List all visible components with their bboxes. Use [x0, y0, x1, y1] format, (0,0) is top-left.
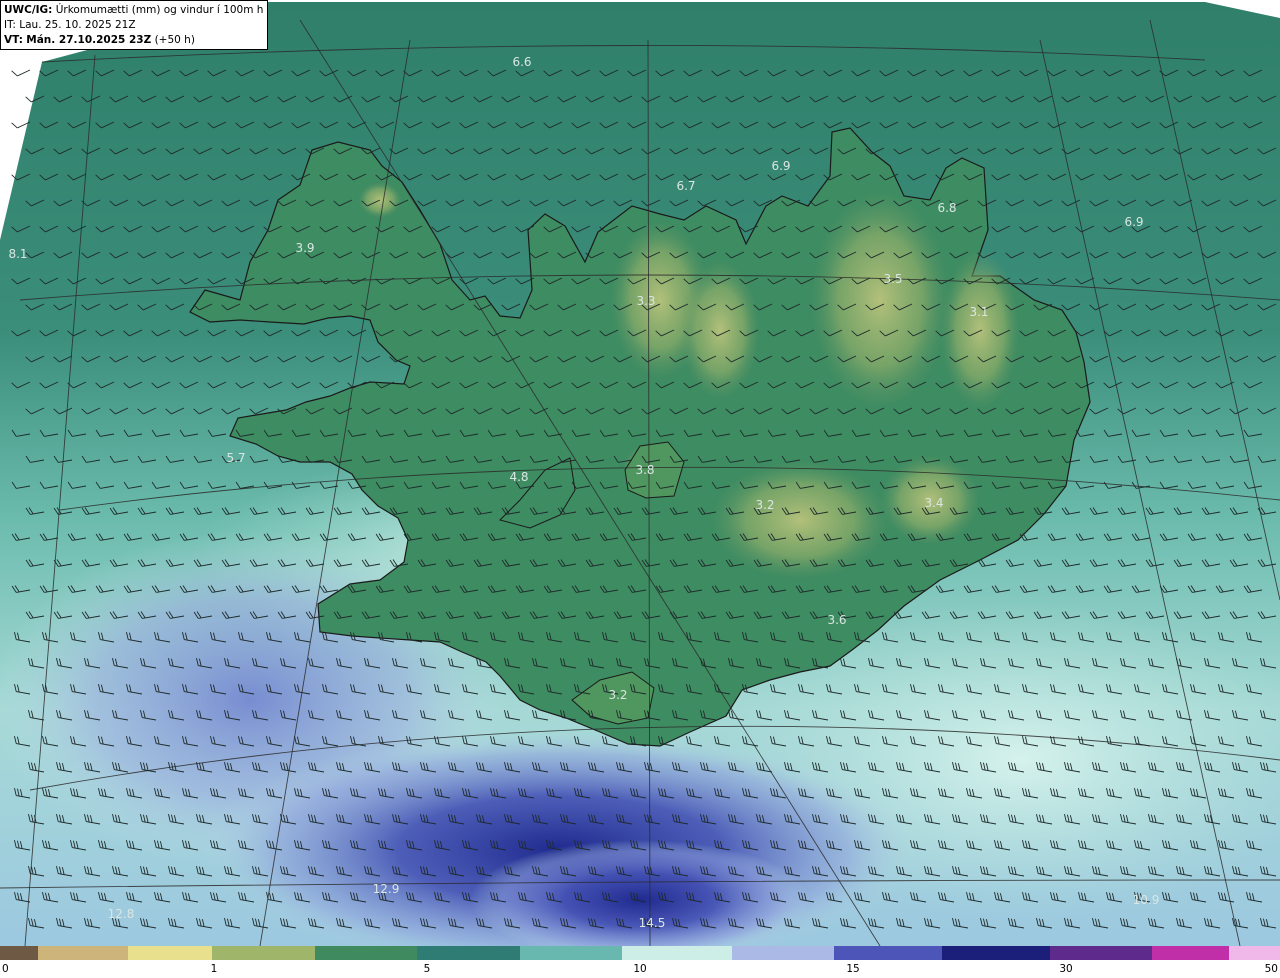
info-vt-row: VT: Mán. 27.10.2025 23Z (+50 h): [4, 33, 264, 48]
product-name: Úrkomumætti (mm) og vindur í 100m hæð: [55, 4, 264, 16]
colorbar-tick: 0: [2, 963, 9, 975]
colorbar-segment: [942, 946, 1050, 960]
map-value-label: 6.6: [512, 55, 531, 69]
map-value-label: 3.8: [635, 463, 654, 477]
colorbar-segment: [0, 946, 39, 960]
colorbar-segment: [1049, 946, 1152, 960]
map-value-label: 6.8: [937, 201, 956, 215]
map-value-label: 5.7: [226, 451, 245, 465]
colorbar-segment: [314, 946, 418, 960]
info-title-row: UWC/IG: Úrkomumætti (mm) og vindur í 100…: [4, 3, 264, 18]
map-value-label: 3.2: [608, 688, 627, 702]
map-value-label: 3.3: [636, 294, 655, 308]
map-value-label: 3.5: [883, 272, 902, 286]
highland-yellow: [710, 460, 890, 580]
vt-label: VT:: [4, 34, 23, 46]
highland-yellow: [810, 190, 950, 410]
vt-time: Mán. 27.10.2025 23Z: [26, 34, 152, 46]
colorbar-segment: [1151, 946, 1229, 960]
info-it-row: IT: Lau. 25. 10. 2025 21Z: [4, 18, 264, 33]
colorbar-tick: 15: [846, 963, 860, 975]
colorbar: 0 1 5 10 15 30 50: [0, 946, 1280, 978]
colorbar-segment: [622, 946, 733, 960]
map-value-label: 3.6: [827, 613, 846, 627]
colorbar-tick: 5: [423, 963, 431, 975]
colorbar-segment: [127, 946, 213, 960]
map-value-label: 12.9: [373, 882, 400, 896]
colorbar-segment: [38, 946, 128, 960]
highland-yellow: [940, 250, 1020, 410]
map-value-label: 12.8: [108, 907, 135, 921]
colorbar-tick: 1: [210, 963, 218, 975]
map-value-label: 6.7: [676, 179, 695, 193]
colorbar-tick: 50: [1264, 963, 1278, 975]
colorbar-tick: 30: [1059, 963, 1073, 975]
colorbar-segment: [732, 946, 835, 960]
highland-yellow: [680, 260, 760, 400]
model-label: UWC/IG:: [4, 4, 53, 16]
map-value-label: 6.9: [1124, 215, 1143, 229]
colorbar-tick: 10: [633, 963, 647, 975]
it-time: Lau. 25. 10. 2025 21Z: [19, 19, 136, 31]
map-value-label: 3.1: [969, 305, 988, 319]
colorbar-strip: [0, 946, 1280, 960]
map-value-label: 3.9: [295, 241, 314, 255]
map-value-label: 4.8: [509, 470, 528, 484]
colorbar-segment: [417, 946, 520, 960]
colorbar-segment: [212, 946, 315, 960]
map-value-label: 3.4: [924, 496, 943, 510]
map-value-label: 3.2: [755, 498, 774, 512]
lead-time: (+50 h): [154, 34, 195, 46]
map-value-label: 6.9: [771, 159, 790, 173]
colorbar-segment: [834, 946, 942, 960]
map-info-box: UWC/IG: Úrkomumætti (mm) og vindur í 100…: [0, 0, 268, 50]
colorbar-segment: [519, 946, 623, 960]
map-value-label: 14.5: [639, 916, 666, 930]
map-value-label: 8.1: [8, 247, 27, 261]
colorbar-segment: [1228, 946, 1280, 960]
it-label: IT:: [4, 19, 16, 31]
map-value-label: 10.9: [1133, 893, 1160, 907]
precipitation-wind-map[interactable]: 6.6 6.9 6.7 6.8 6.9 8.1 3.9 3.3 3.5 3.1 5.7 4.8 3.8 3…: [0, 0, 1280, 946]
